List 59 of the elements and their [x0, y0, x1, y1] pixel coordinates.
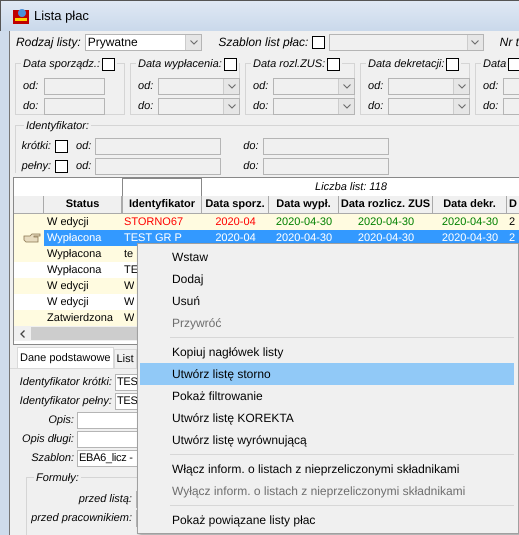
- field-label: od:: [368, 78, 384, 94]
- table-cell-text: W: [123, 311, 134, 326]
- table-cell-text: te: [123, 247, 134, 262]
- field-label: Szablon list płac:: [218, 34, 308, 51]
- group-label: Identyfikator:: [24, 119, 91, 134]
- group-label: Data dekretacji:: [368, 57, 444, 72]
- field-label: od:: [253, 78, 270, 94]
- group-label: Data sporządz.:: [23, 57, 100, 72]
- table-cell-text: 2020-04-30: [356, 215, 416, 230]
- field-label: do:: [138, 98, 154, 114]
- table-cell-text: W edycji: [46, 279, 90, 294]
- field-label: krótki:: [20, 138, 51, 154]
- table-cell-text: 2: [508, 215, 516, 230]
- field-label: do:: [368, 98, 384, 114]
- field-label: przed pracownikiem:: [30, 510, 132, 526]
- field-label: Opis długi:: [21, 432, 74, 448]
- table-cell-text: W edycji: [46, 215, 90, 230]
- window-title: Lista płac: [34, 7, 89, 26]
- group-label: Data rozl.ZUS:: [253, 57, 326, 72]
- field-label: do:: [243, 158, 259, 174]
- field-label: Identyfikator krótki:: [18, 375, 112, 390]
- table-cell-text: 2020-04-30: [274, 231, 334, 246]
- table-cell-text: W: [123, 295, 134, 310]
- field-label: do:: [253, 98, 270, 114]
- group-label: Data: [483, 57, 506, 72]
- field-label: pełny:: [20, 158, 51, 174]
- field-label: do:: [23, 98, 40, 114]
- field-label: od:: [483, 78, 500, 94]
- table-cell-text: 2020-04: [214, 215, 257, 230]
- group-label: Data wypłacenia:: [138, 57, 222, 72]
- field-label: Rodzaj listy:: [16, 34, 81, 51]
- table-cell-text: 2020-04-30: [274, 215, 334, 230]
- field-label: Opis:: [47, 413, 74, 428]
- table-cell-text: TE: [123, 263, 138, 278]
- field-label: Szablon:: [30, 451, 74, 466]
- table-cell-text: 2020-04-30: [440, 231, 500, 246]
- table-cell-text: Wypłacona: [46, 231, 102, 246]
- group-label: Formuły:: [34, 471, 81, 486]
- table-cell-text: TEST GR P: [123, 231, 183, 246]
- table-cell-text: 2020-04-30: [440, 215, 500, 230]
- table-cell-text: 2020-04: [214, 231, 257, 246]
- table-cell-text: Zatwierdzona: [46, 311, 114, 326]
- field-label: od:: [23, 78, 40, 94]
- table-cell-text: 2: [508, 231, 516, 246]
- table-cell-text: Wypłacona: [46, 247, 102, 262]
- table-cell-text: W edycji: [46, 295, 90, 310]
- field-label: Nr t: [500, 34, 519, 51]
- field-label: przed listą:: [78, 492, 132, 507]
- table-cell-text: 2020-04-30: [356, 231, 416, 246]
- field-label: od:: [76, 138, 92, 154]
- field-label: od:: [76, 158, 92, 174]
- table-cell-text: Wypłacona: [46, 263, 102, 278]
- record-count: Liczba list: 118: [314, 180, 388, 195]
- field-label: od:: [138, 78, 154, 94]
- field-label: Identyfikator pełny:: [18, 394, 112, 410]
- table-cell-text: STORNO67: [123, 215, 184, 230]
- field-label: do:: [243, 138, 259, 154]
- field-label: do:: [483, 98, 500, 114]
- table-cell-text: W: [123, 279, 134, 294]
